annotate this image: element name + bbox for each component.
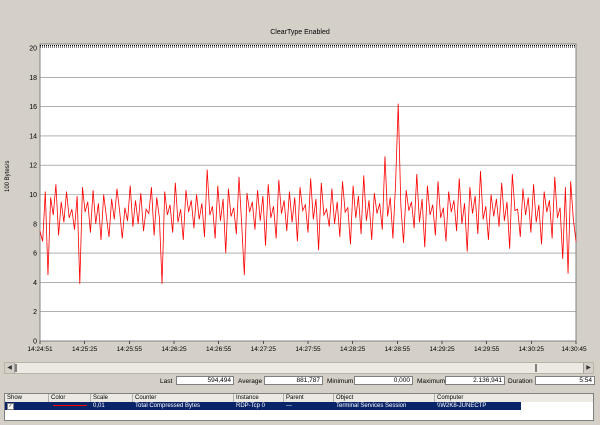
average-label: Average (238, 378, 263, 385)
y-tick-label: 4 (33, 280, 37, 287)
last-label: Last (160, 378, 173, 385)
x-tick-label: 14:30:25 (519, 346, 545, 353)
duration-value: 5:54 (535, 376, 595, 385)
x-tick-label: 14:24:51 (27, 346, 53, 353)
legend-header-parent[interactable]: Parent (284, 394, 334, 402)
last-value: 594,494 (176, 376, 234, 385)
legend-counter: Total Compressed Bytes (135, 403, 201, 409)
x-tick-label: 14:27:25 (251, 346, 277, 353)
x-tick-label: 14:29:55 (474, 346, 500, 353)
maximum-label: Maximum (417, 378, 446, 385)
legend-row[interactable]: ✓ 0,01 Total Compressed Bytes RDP-Tcp 0 … (5, 402, 521, 410)
y-tick-labels: 0 2 4 6 8 10 12 14 16 18 20 (29, 46, 37, 346)
y-tick-label: 12 (29, 163, 37, 170)
x-tick-labels: 14:24:51 14:25:25 14:25:55 14:26:25 14:26:55… (27, 341, 587, 353)
y-tick-label: 16 (29, 104, 37, 111)
maximum-value: 2.136,941 (445, 376, 505, 385)
scroll-end-marker[interactable] (535, 364, 537, 372)
x-tick-label: 14:30:45 (561, 346, 587, 353)
x-tick-label: 14:25:25 (72, 346, 98, 353)
legend-scale: 0,01 (93, 403, 105, 409)
duration-label: Duration (508, 378, 533, 385)
color-swatch (53, 405, 87, 406)
y-tick-label: 20 (29, 46, 37, 53)
minimum-label: Minimum (327, 378, 354, 385)
plot-area (39, 43, 577, 342)
show-checkbox[interactable]: ✓ (7, 403, 14, 410)
legend-instance: RDP-Tcp 0 (236, 403, 266, 409)
y-tick-label: 6 (33, 251, 37, 258)
time-scrollbar[interactable]: ◀ ▶ (4, 362, 594, 374)
y-tick-label: 18 (29, 75, 37, 82)
x-tick-label: 14:26:25 (161, 346, 187, 353)
counter-legend-table: Show Color Scale Counter Instance Parent… (4, 393, 594, 421)
performance-chart: 0 2 4 6 8 10 12 14 16 18 20 14:24:51 14:25:25 14:25:… (27, 43, 587, 353)
y-tick-label: 14 (29, 133, 37, 140)
legend-header-color[interactable]: Color (49, 394, 91, 402)
legend-header-computer[interactable]: Computer (435, 394, 593, 402)
scroll-right-button[interactable]: ▶ (583, 363, 593, 373)
legend-header-show[interactable]: Show (5, 394, 49, 402)
legend-computer: \\W2K8-JUNECTP (437, 403, 487, 409)
legend-header-counter[interactable]: Counter (133, 394, 234, 402)
x-tick-label: 14:25:55 (117, 346, 143, 353)
y-tick-label: 2 (33, 309, 37, 316)
scroll-start-marker[interactable] (15, 364, 17, 372)
y-tick-label: 8 (33, 221, 37, 228)
x-tick-label: 14:28:25 (340, 346, 366, 353)
x-tick-label: 14:29:25 (429, 346, 455, 353)
scroll-left-button[interactable]: ◀ (5, 363, 15, 373)
y-tick-label: 10 (29, 192, 37, 199)
legend-object: Terminal Services Session (336, 403, 407, 409)
minimum-value: 0,000 (354, 376, 413, 385)
y-tick-label: 0 (33, 339, 37, 346)
legend-parent: --- (286, 403, 292, 409)
x-tick-label: 14:28:55 (385, 346, 411, 353)
legend-header-object[interactable]: Object (334, 394, 435, 402)
x-tick-label: 14:27:55 (295, 346, 321, 353)
legend-header-instance[interactable]: Instance (234, 394, 284, 402)
legend-header-scale[interactable]: Scale (91, 394, 133, 402)
x-tick-label: 14:26:55 (206, 346, 232, 353)
average-value: 881,787 (264, 376, 323, 385)
